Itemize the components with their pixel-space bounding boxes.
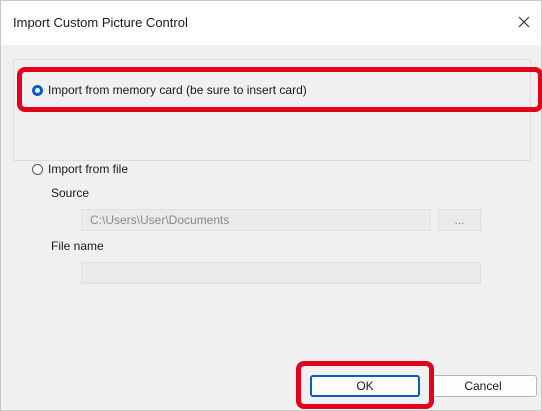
filename-label: File name xyxy=(51,239,104,253)
file-option-label: Import from file xyxy=(48,162,129,176)
file-option[interactable]: Import from file xyxy=(32,162,128,176)
highlight-box-memory-card xyxy=(17,67,542,112)
radio-unchecked-icon[interactable] xyxy=(32,163,43,175)
highlight-box-ok xyxy=(296,361,434,409)
close-icon xyxy=(518,16,530,28)
browse-button: ... xyxy=(438,209,481,231)
title-bar: Import Custom Picture Control xyxy=(1,1,541,45)
close-button[interactable] xyxy=(509,7,539,37)
dialog-title: Import Custom Picture Control xyxy=(13,15,188,30)
filename-field xyxy=(81,262,481,284)
source-field: C:\Users\User\Documents xyxy=(81,209,431,231)
source-label: Source xyxy=(51,186,90,200)
cancel-button[interactable]: Cancel xyxy=(429,375,537,397)
import-dialog: Import Custom Picture Control Import fro… xyxy=(0,0,542,411)
